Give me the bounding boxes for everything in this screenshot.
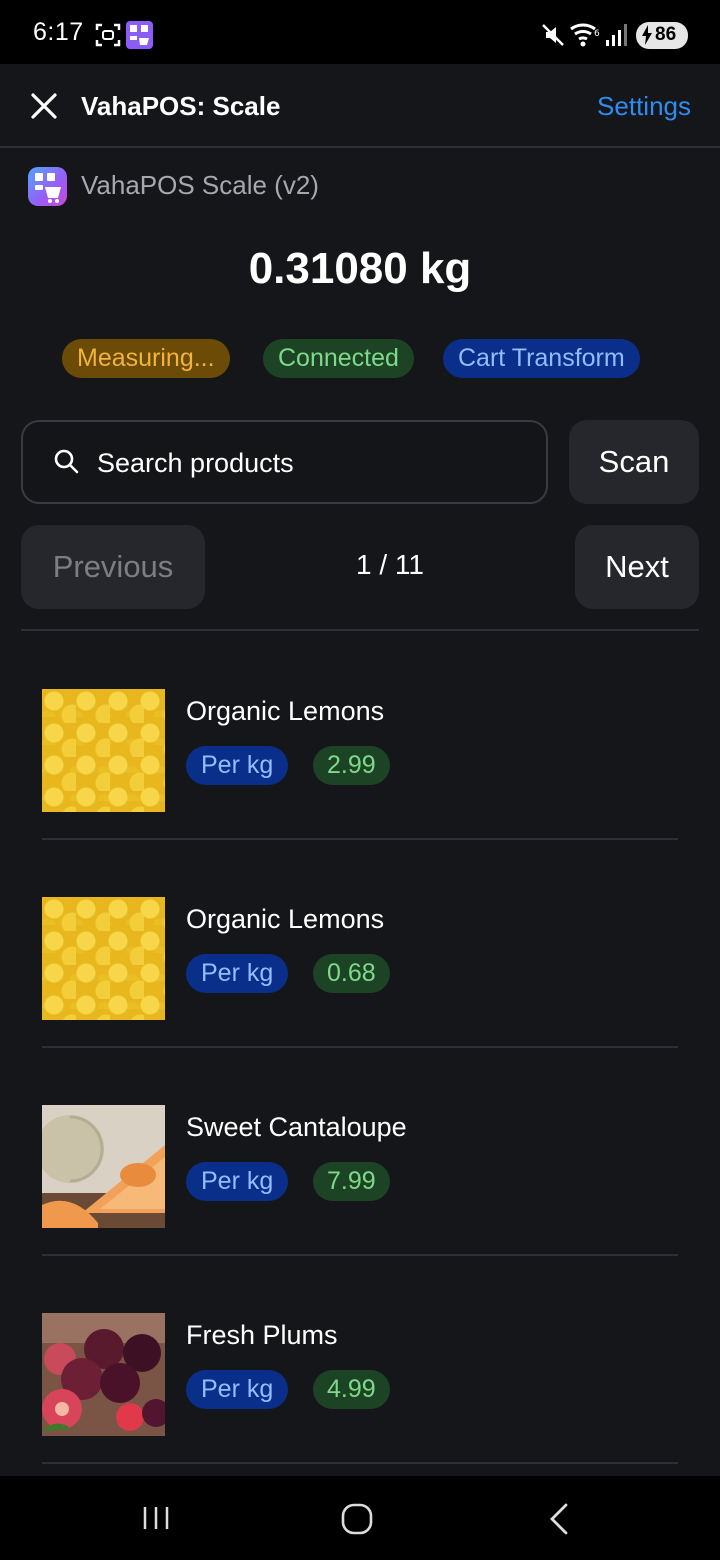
app-name: VahaPOS Scale (v2): [81, 170, 319, 200]
connected-status-badge: Connected: [263, 339, 414, 378]
unit-badge: Per kg: [186, 954, 289, 993]
cart-transform-badge: Cart Transform: [443, 339, 640, 378]
product-row[interactable]: Organic Lemons Per kg 2.99: [42, 632, 678, 840]
measuring-status-badge: Measuring...: [62, 339, 230, 378]
product-name: Sweet Cantaloupe: [186, 1112, 407, 1142]
search-icon: [54, 449, 79, 474]
unit-badge: Per kg: [186, 1370, 289, 1409]
price-badge: 7.99: [313, 1162, 390, 1201]
product-name: Organic Lemons: [186, 696, 385, 726]
screenshot-icon: [95, 23, 121, 47]
next-button[interactable]: Next: [575, 525, 699, 609]
price-badge: 2.99: [313, 746, 390, 785]
price-badge: 4.99: [313, 1370, 390, 1409]
signal-icon: [606, 24, 627, 46]
wifi-icon: 6: [570, 23, 600, 47]
scale-cart-logo-icon: [35, 173, 61, 203]
page-title: VahaPOS: Scale: [81, 91, 281, 121]
divider: [21, 629, 699, 631]
price-badge: 0.68: [313, 954, 390, 993]
status-time: 6:17: [33, 18, 84, 46]
search-input[interactable]: [97, 442, 517, 484]
unit-badge: Per kg: [186, 746, 289, 785]
mute-icon: [542, 24, 564, 46]
lemons-photo: [42, 897, 165, 1020]
settings-link[interactable]: Settings: [597, 91, 691, 122]
status-bar: 6:17 6 86: [0, 0, 720, 64]
product-name: Organic Lemons: [186, 904, 385, 934]
app-notification-icon: [126, 21, 153, 49]
close-icon[interactable]: [24, 86, 64, 126]
app-header: VahaPOS: Scale Settings: [0, 64, 720, 148]
product-name: Fresh Plums: [186, 1320, 338, 1350]
system-nav-bar: [0, 1476, 720, 1560]
cantaloupe-photo: [42, 1105, 165, 1228]
product-row[interactable]: Sweet Cantaloupe Per kg 7.99: [42, 1048, 678, 1256]
previous-button[interactable]: Previous: [21, 525, 205, 609]
page-indicator: 1 / 11: [356, 549, 424, 580]
lemons-photo: [42, 689, 165, 812]
search-box: [21, 420, 548, 504]
svg-text:6: 6: [594, 29, 600, 39]
product-row[interactable]: Organic Lemons Per kg 0.68: [42, 840, 678, 1048]
home-icon[interactable]: [340, 1502, 374, 1536]
unit-badge: Per kg: [186, 1162, 289, 1201]
plums-photo: [42, 1313, 165, 1436]
back-icon[interactable]: [546, 1502, 572, 1536]
battery-indicator: 86: [636, 22, 688, 49]
app-logo: [28, 167, 67, 206]
battery-percent: 86: [655, 24, 677, 45]
weight-readout: 0.31080 kg: [248, 244, 472, 293]
product-row[interactable]: Fresh Plums Per kg 4.99: [42, 1256, 678, 1464]
recent-apps-icon[interactable]: [140, 1502, 172, 1534]
charging-bolt-icon: [642, 25, 652, 45]
scan-button[interactable]: Scan: [569, 420, 699, 504]
